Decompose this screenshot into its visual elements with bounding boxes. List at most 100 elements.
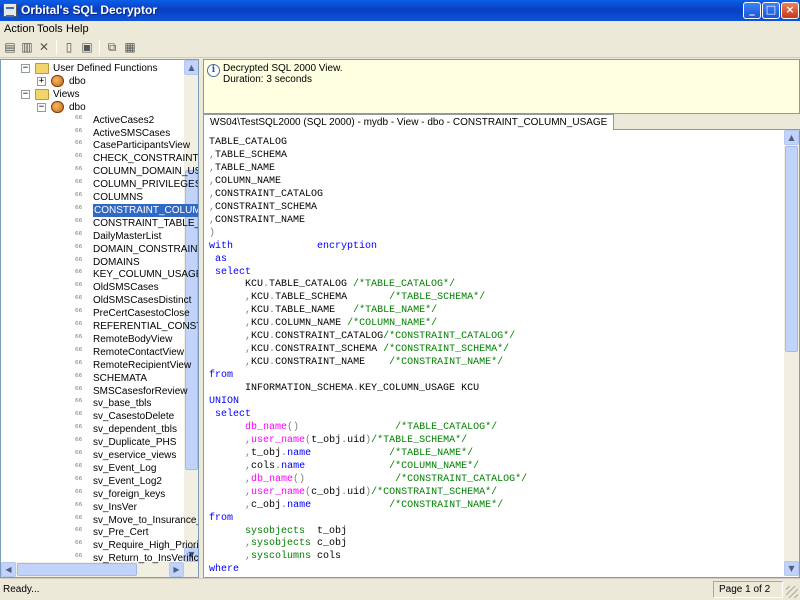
code-token: /*CONSTRAINT_NAME*/ xyxy=(389,357,504,369)
collapse-icon[interactable]: − xyxy=(21,89,30,99)
code-token: /*TABLE_NAME*/ xyxy=(389,447,474,459)
tab-constraint-column-usage[interactable]: WS04\TestSQL2000 (SQL 2000) - mydb - Vie… xyxy=(203,114,615,130)
tree-item-folder[interactable]: − Views xyxy=(1,88,184,101)
properties-icon[interactable]: ▥ xyxy=(20,40,34,54)
menu-action[interactable]: Action xyxy=(4,23,35,35)
tree-item-folder[interactable]: − User Defined Functions xyxy=(1,62,184,75)
scroll-thumb[interactable] xyxy=(785,146,798,352)
code-token: TABLE_NAME xyxy=(215,162,276,174)
tree-item-view[interactable]: ⁶⁶ sv_Event_Log xyxy=(1,462,184,475)
tree-item-view[interactable]: ⁶⁶ sv_base_tbls xyxy=(1,397,184,410)
maximize-button[interactable]: □ xyxy=(762,2,780,19)
copy-icon[interactable]: ⧉ xyxy=(105,40,119,54)
tree-item-view[interactable]: ⁶⁶ CONSTRAINT_TABLE_ xyxy=(1,217,198,230)
tree-item-view[interactable]: ⁶⁶ sv_Require_High_Priorit xyxy=(1,539,198,552)
schema-icon xyxy=(51,74,64,87)
tree-item-view[interactable]: ⁶⁶ REFERENTIAL_CONST xyxy=(1,320,198,333)
tree-item-label: COLUMN_PRIVILEGES xyxy=(93,179,199,191)
tree-item-schema[interactable]: − dbo xyxy=(1,100,184,114)
code-token: name xyxy=(287,499,312,511)
tree-item-view[interactable]: ⁶⁶ CONSTRAINT_COLUM xyxy=(1,203,198,217)
tree-item-view[interactable]: ⁶⁶ sv_Event_Log2 xyxy=(1,475,184,488)
code-vertical-scrollbar[interactable]: ▲ ▼ xyxy=(784,130,799,576)
code-token: TABLE_SCHEMA xyxy=(215,149,288,161)
export-icon[interactable]: ▦ xyxy=(123,40,137,54)
code-line: ,TABLE_SCHEMA xyxy=(209,149,287,162)
code-editor[interactable]: ▲ ▼ TABLE_CATALOG ,TABLE_SCHEMA ,TABLE_NAM… xyxy=(203,130,800,578)
tree-item-view[interactable]: ⁶⁶ sv_InsVer xyxy=(1,501,184,514)
code-token: TABLE_CATALOG xyxy=(269,279,354,291)
tree-item-view[interactable]: ⁶⁶ PreCertCasestoClose xyxy=(1,307,190,320)
info-icon: i xyxy=(207,64,220,77)
tree-item-view[interactable]: ⁶⁶ OldSMSCasesDistinct xyxy=(1,294,191,307)
code-token: c_obj xyxy=(251,499,282,511)
resize-grip[interactable] xyxy=(786,586,798,598)
tree-item-view[interactable]: ⁶⁶ ActiveSMSCases xyxy=(1,127,184,140)
decrypt-icon[interactable]: ▯ xyxy=(62,40,76,54)
tree-item-view[interactable]: ⁶⁶ sv_CasestoDelete xyxy=(1,410,184,423)
view-icon: ⁶⁶ xyxy=(75,308,83,319)
tree-item-view[interactable]: ⁶⁶ RemoteRecipientView xyxy=(1,359,191,372)
object-tree[interactable]: ▲ ▼ ◀ ▶ − User Defined Functions + dbo − View… xyxy=(0,59,199,578)
new-connection-icon[interactable]: ▤ xyxy=(3,40,17,54)
scroll-up-button[interactable]: ▲ xyxy=(184,60,198,75)
minimize-button[interactable]: _ xyxy=(743,2,761,19)
code-line: where xyxy=(209,563,239,576)
toolbar-separator xyxy=(56,40,57,55)
close-button[interactable]: × xyxy=(781,2,799,19)
tree-item-view[interactable]: ⁶⁶ sv_Move_to_Insurance_ xyxy=(1,514,198,527)
tab-strip: WS04\TestSQL2000 (SQL 2000) - mydb - Vie… xyxy=(203,114,800,130)
collapse-icon[interactable]: − xyxy=(37,102,46,112)
view-icon: ⁶⁶ xyxy=(75,450,83,460)
tree-item-view[interactable]: ⁶⁶ sv_foreign_keys xyxy=(1,488,184,501)
tree-item-view[interactable]: ⁶⁶ SCHEMATA xyxy=(1,372,184,385)
print-icon[interactable]: ▣ xyxy=(80,40,94,54)
tree-item-view[interactable]: ⁶⁶ DailyMasterList xyxy=(1,230,184,243)
menu-bar: Action Tools Help xyxy=(0,21,800,37)
tree-item-view[interactable]: ⁶⁶ COLUMN_DOMAIN_US xyxy=(1,165,198,178)
scroll-down-button[interactable]: ▼ xyxy=(784,561,799,576)
menu-help[interactable]: Help xyxy=(66,23,89,35)
code-token: /*TABLE_SCHEMA*/ xyxy=(371,434,468,446)
tree-item-view[interactable]: ⁶⁶ CHECK_CONSTRAINTS xyxy=(1,152,198,165)
tree-item-label: RemoteBodyView xyxy=(93,333,173,345)
tree-item-view[interactable]: ⁶⁶ ActiveCases2 xyxy=(1,114,184,127)
tree-item-view[interactable]: ⁶⁶ sv_Return_to_InsVerific xyxy=(1,552,198,565)
delete-icon[interactable]: ✕ xyxy=(37,40,51,54)
tree-item-view[interactable]: ⁶⁶ DOMAIN_CONSTRAINT xyxy=(1,243,198,256)
code-line: ,CONSTRAINT_CATALOG xyxy=(209,188,323,201)
tree-item-label: DailyMasterList xyxy=(93,230,162,242)
tree-item-view[interactable]: ⁶⁶ sv_dependent_tbls xyxy=(1,423,184,436)
tree-item-view[interactable]: ⁶⁶ CaseParticipantsView xyxy=(1,139,190,152)
code-token: KCU xyxy=(209,279,264,291)
tree-item-view[interactable]: ⁶⁶ KEY_COLUMN_USAGE xyxy=(1,268,198,281)
tree-item-label: COLUMN_DOMAIN_US xyxy=(93,166,199,178)
menu-tools[interactable]: Tools xyxy=(37,23,63,35)
tree-item-label: sv_foreign_keys xyxy=(93,488,166,500)
tree-item-schema[interactable]: + dbo xyxy=(1,74,184,88)
collapse-icon[interactable]: − xyxy=(21,64,30,73)
expand-icon[interactable]: + xyxy=(37,76,46,86)
tree-item-view[interactable]: ⁶⁶ sv_eservice_views xyxy=(1,449,184,462)
tree-item-view[interactable]: ⁶⁶ SMSCasesforReview xyxy=(1,385,187,398)
code-token: /*CONSTRAINT_SCHEMA*/ xyxy=(383,344,510,356)
view-icon: ⁶⁶ xyxy=(75,204,83,215)
code-token: CONSTRAINT_SCHEMA xyxy=(215,201,318,213)
view-icon: ⁶⁶ xyxy=(75,282,83,293)
tree-item-label: DOMAINS xyxy=(93,256,140,268)
code-token: CONSTRAINT_CATALOG xyxy=(215,188,324,200)
tree-item-view[interactable]: ⁶⁶ RemoteBodyView xyxy=(1,333,184,346)
tree-item-view[interactable]: ⁶⁶ COLUMNS xyxy=(1,191,184,204)
folder-icon xyxy=(35,63,49,74)
tree-item-view[interactable]: ⁶⁶ OldSMSCases xyxy=(1,281,184,294)
scroll-up-button[interactable]: ▲ xyxy=(784,130,799,145)
tree-item-view[interactable]: ⁶⁶ RemoteContactView xyxy=(1,346,184,359)
tree-item-view[interactable]: ⁶⁶ COLUMN_PRIVILEGES xyxy=(1,178,198,191)
tree-item-view[interactable]: ⁶⁶ DOMAINS xyxy=(1,256,184,269)
tree-item-view[interactable]: ⁶⁶ sv_Pre_Cert xyxy=(1,526,184,539)
tree-item-view[interactable]: ⁶⁶ sv_Duplicate_PHS xyxy=(1,436,184,449)
